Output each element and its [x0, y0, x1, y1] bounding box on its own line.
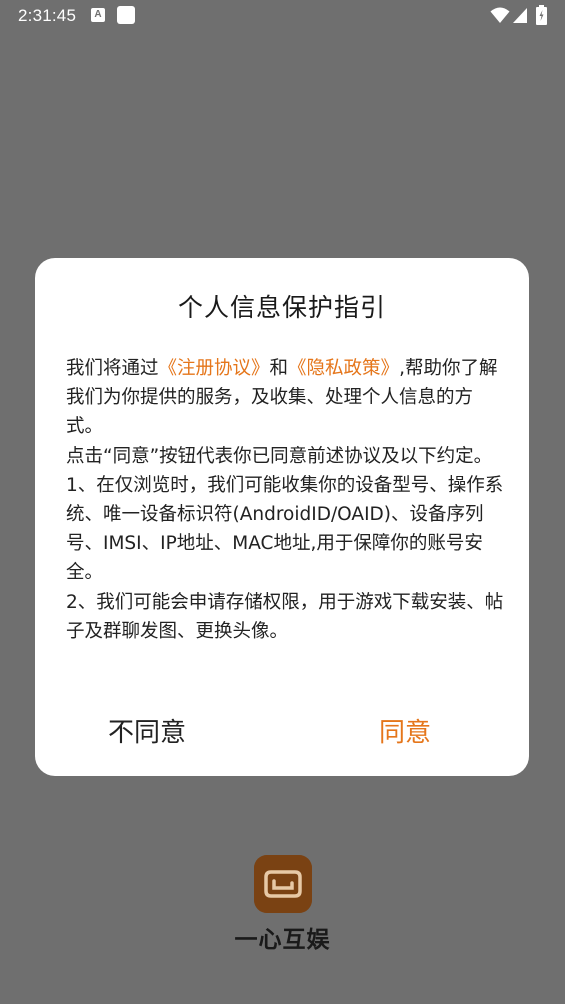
- privacy-dialog: 个人信息保护指引 我们将通过《注册协议》和《隐私政策》,帮助你了解我们为你提供的…: [35, 258, 529, 776]
- disagree-button[interactable]: 不同意: [108, 712, 186, 749]
- intro-prefix: 我们将通过: [66, 358, 159, 379]
- register-agreement-link[interactable]: 《注册协议》: [159, 358, 270, 379]
- app-name: 一心互娱: [234, 927, 331, 953]
- dialog-title: 个人信息保护指引: [177, 293, 386, 322]
- app-logo-icon: [254, 855, 312, 913]
- body-paragraph-consent: 点击“同意”按钮代表你已同意前述协议及以下约定。: [66, 445, 493, 467]
- status-bar: 2:31:45 A: [0, 0, 565, 32]
- screen: 2:31:45 A 个人信息保护指引 我们将通过《注册协议》和《隐私政策》,帮助…: [0, 0, 565, 1004]
- battery-icon: [536, 5, 547, 25]
- signal-icon: [513, 8, 527, 23]
- body-paragraph-item-1: 1、在仅浏览时，我们可能收集你的设备型号、操作系统、唯一设备标识符(Androi…: [66, 474, 504, 584]
- dialog-buttons: 不同意 同意: [35, 706, 529, 756]
- intro-and: 和: [269, 358, 289, 379]
- body-paragraph-intro: 我们将通过《注册协议》和《隐私政策》,帮助你了解我们为你提供的服务，及收集、处理…: [66, 354, 506, 442]
- agree-button[interactable]: 同意: [379, 712, 431, 749]
- dialog-body[interactable]: 我们将通过《注册协议》和《隐私政策》,帮助你了解我们为你提供的服务，及收集、处理…: [66, 354, 506, 656]
- privacy-policy-link[interactable]: 《隐私政策》: [288, 358, 399, 379]
- wifi-icon: [490, 7, 510, 23]
- body-paragraph-item-2: 2、我们可能会申请存储权限，用于游戏下载安装、帖子及群聊发图、更换头像。: [66, 591, 504, 642]
- notification-square-icon: [117, 6, 135, 24]
- status-time: 2:31:45: [18, 6, 77, 25]
- notification-a-icon: A: [91, 8, 105, 22]
